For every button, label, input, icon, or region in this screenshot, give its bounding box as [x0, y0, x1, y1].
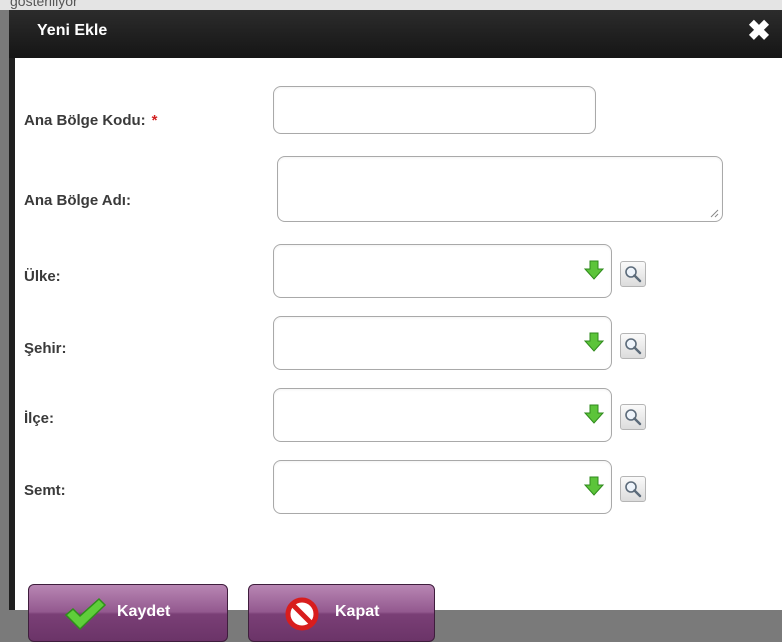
close-icon[interactable]: ✖ — [746, 17, 772, 45]
magnifier-icon — [625, 338, 642, 355]
ana-bolge-kodu-input[interactable] — [273, 86, 596, 134]
ana-bolge-adi-label: Ana Bölge Adı: — [24, 192, 131, 209]
sehir-combobox[interactable] — [273, 316, 612, 370]
dialog-titlebar[interactable]: Yeni Ekle ✖ — [9, 10, 782, 58]
no-entry-icon — [285, 597, 319, 631]
magnifier-icon — [625, 266, 642, 283]
save-button-label: Kaydet — [117, 603, 171, 620]
resize-grip-icon[interactable] — [710, 209, 719, 218]
close-button-label: Kapat — [335, 603, 380, 620]
ulke-combobox[interactable] — [273, 244, 612, 298]
ilce-lookup-button[interactable] — [620, 404, 646, 430]
ulke-label: Ülke: — [24, 268, 61, 285]
dialog-window: Yeni Ekle ✖ Ana Bölge Kodu: * Ana Bölge A… — [9, 10, 782, 642]
dropdown-arrow-icon[interactable] — [583, 475, 605, 497]
ana-bolge-adi-textarea[interactable] — [277, 156, 723, 222]
dropdown-arrow-icon[interactable] — [583, 331, 605, 353]
semt-combobox[interactable] — [273, 460, 612, 514]
dialog-title: Yeni Ekle — [37, 22, 108, 39]
dropdown-arrow-icon[interactable] — [583, 403, 605, 425]
ulke-lookup-button[interactable] — [620, 261, 646, 287]
ilce-label: İlçe: — [24, 410, 55, 427]
background-text: gösteriliyor — [10, 0, 78, 9]
sehir-lookup-button[interactable] — [620, 333, 646, 359]
background-page: gösteriliyor — [0, 0, 782, 10]
checkmark-icon — [64, 597, 107, 631]
ana-bolge-kodu-label-text: Ana Bölge Kodu: — [24, 112, 146, 129]
sehir-label: Şehir: — [24, 340, 67, 357]
close-button[interactable]: Kapat — [248, 584, 435, 642]
ana-bolge-kodu-label: Ana Bölge Kodu: * — [24, 112, 158, 129]
ilce-combobox[interactable] — [273, 388, 612, 442]
dialog-content: Ana Bölge Kodu: * Ana Bölge Adı: Ülke: Ş… — [15, 58, 782, 642]
magnifier-icon — [625, 481, 642, 498]
semt-lookup-button[interactable] — [620, 476, 646, 502]
dropdown-arrow-icon[interactable] — [583, 259, 605, 281]
save-button[interactable]: Kaydet — [28, 584, 228, 642]
magnifier-icon — [625, 409, 642, 426]
semt-label: Semt: — [24, 482, 66, 499]
required-mark: * — [151, 112, 158, 129]
